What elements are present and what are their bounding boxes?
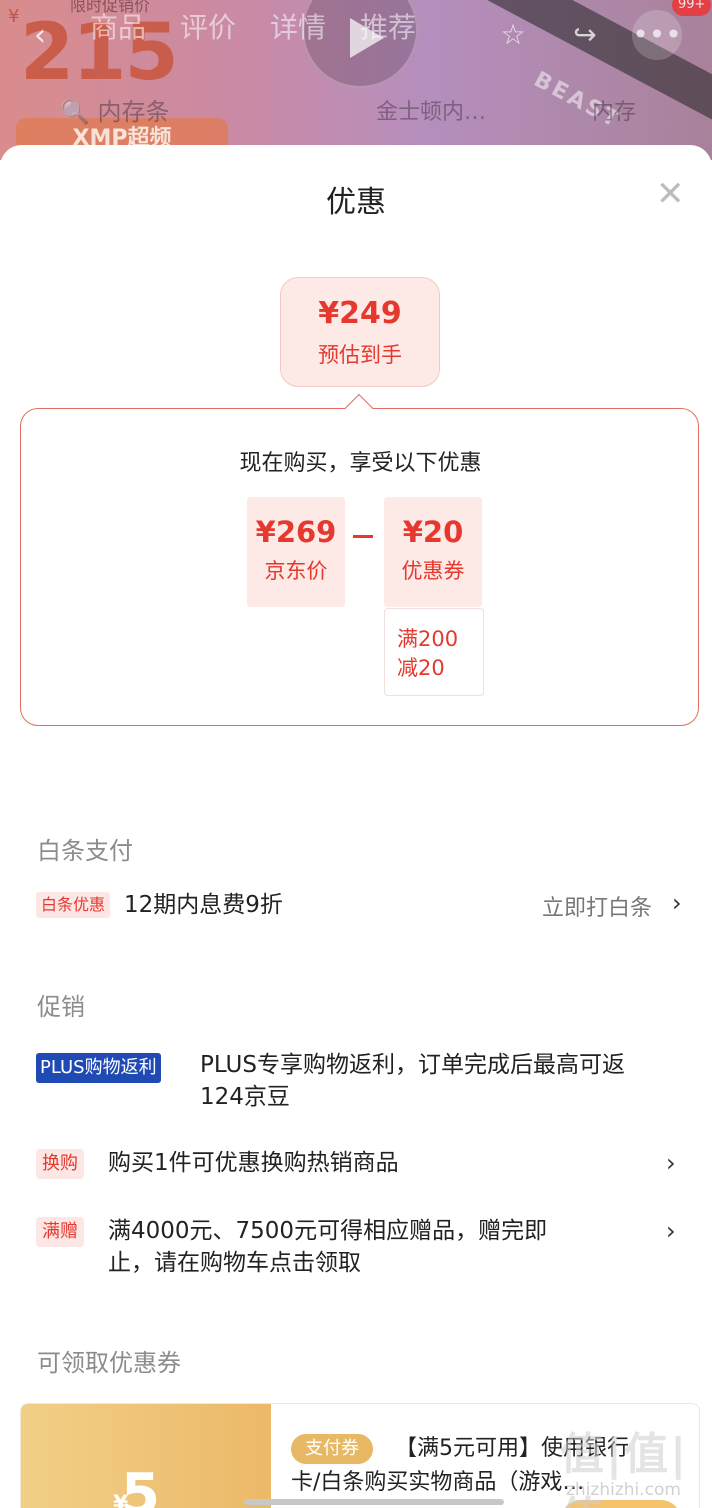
discount-sheet: 优惠 ✕ ¥249 预估到手 现在购买，享受以下优惠 ¥269 京东价 ¥20 … xyxy=(0,145,712,1508)
bg-search-left: 🔍 内存条 xyxy=(60,98,170,126)
product-page-background: BEAST 限时促销价 ¥ 215 XMP超频 🔍 内存条 金士顿内… 内存 ‹… xyxy=(0,0,712,160)
gift-text[interactable]: 满4000元、7500元可得相应赠品，赠完即 止，请在购物车点击领取 xyxy=(108,1215,547,1279)
coupon-amount: 5 xyxy=(121,1462,160,1508)
jd-price: ¥269 xyxy=(255,515,337,549)
coupon-amount-panel: ¥ 5 xyxy=(21,1404,271,1508)
sheet-title: 优惠 xyxy=(326,185,386,220)
tab-details[interactable]: 详情 xyxy=(270,6,326,46)
gift-tag: 满赠 xyxy=(36,1217,84,1247)
coupon-discount-card: ¥20 优惠券 xyxy=(384,497,482,607)
coupons-section-title: 可领取优惠券 xyxy=(37,1349,181,1377)
estimated-price-label: 预估到手 xyxy=(318,343,402,367)
coupon-condition: 满200 减20 xyxy=(384,608,484,696)
message-count-badge: 99+ xyxy=(672,0,712,16)
exchange-chevron-icon[interactable]: › xyxy=(666,1149,676,1177)
baitiao-action-link[interactable]: 立即打白条 xyxy=(542,890,652,922)
estimated-price: ¥249 xyxy=(318,296,402,331)
close-icon[interactable]: ✕ xyxy=(656,177,685,211)
baitiao-text: 12期内息费9折 xyxy=(124,892,283,918)
favorite-star-icon[interactable]: ☆ xyxy=(488,10,538,60)
baitiao-section-title: 白条支付 xyxy=(37,837,133,865)
bg-search-right: 内存 xyxy=(592,100,637,125)
coupon-discount-label: 优惠券 xyxy=(401,559,465,583)
jd-price-label: 京东价 xyxy=(264,559,328,583)
plus-rebate-tag: PLUS购物返利 xyxy=(36,1053,161,1083)
top-nav-bar: ‹ 商品 评价 详情 推荐 ☆ ↪ ••• 99+ xyxy=(0,0,712,88)
watermark-site: zhizhizhi.com xyxy=(566,1480,681,1500)
baitiao-tag: 白条优惠 xyxy=(36,892,111,918)
baitiao-chevron-icon[interactable]: › xyxy=(672,889,682,917)
breakdown-heading: 现在购买，享受以下优惠 xyxy=(239,451,482,476)
coupon-discount: ¥20 xyxy=(402,515,464,549)
exchange-tag: 换购 xyxy=(36,1149,84,1179)
gift-chevron-icon[interactable]: › xyxy=(666,1217,676,1245)
plus-rebate-text: PLUS专享购物返利，订单完成后最高可返 124京豆 xyxy=(200,1052,625,1110)
jd-price-card: ¥269 京东价 xyxy=(247,497,345,607)
exchange-text[interactable]: 购买1件可优惠换购热销商品 xyxy=(108,1147,399,1179)
estimated-price-card: ¥249 预估到手 xyxy=(280,277,440,387)
home-indicator[interactable] xyxy=(244,1499,504,1505)
share-icon[interactable]: ↪ xyxy=(560,10,610,60)
tab-recommend[interactable]: 推荐 xyxy=(360,6,416,46)
tab-reviews[interactable]: 评价 xyxy=(180,6,236,46)
tab-product[interactable]: 商品 xyxy=(90,6,146,46)
top-tabs: 商品 评价 详情 推荐 xyxy=(90,6,416,46)
more-icon[interactable]: ••• xyxy=(632,10,682,60)
minus-sign xyxy=(353,535,373,538)
promotions-section-title: 促销 xyxy=(37,993,85,1021)
discount-breakdown: 现在购买，享受以下优惠 ¥269 京东价 ¥20 优惠券 满200 减20 xyxy=(20,408,699,726)
back-icon[interactable]: ‹ xyxy=(34,18,46,53)
bg-search-mid: 金士顿内… xyxy=(376,100,487,125)
